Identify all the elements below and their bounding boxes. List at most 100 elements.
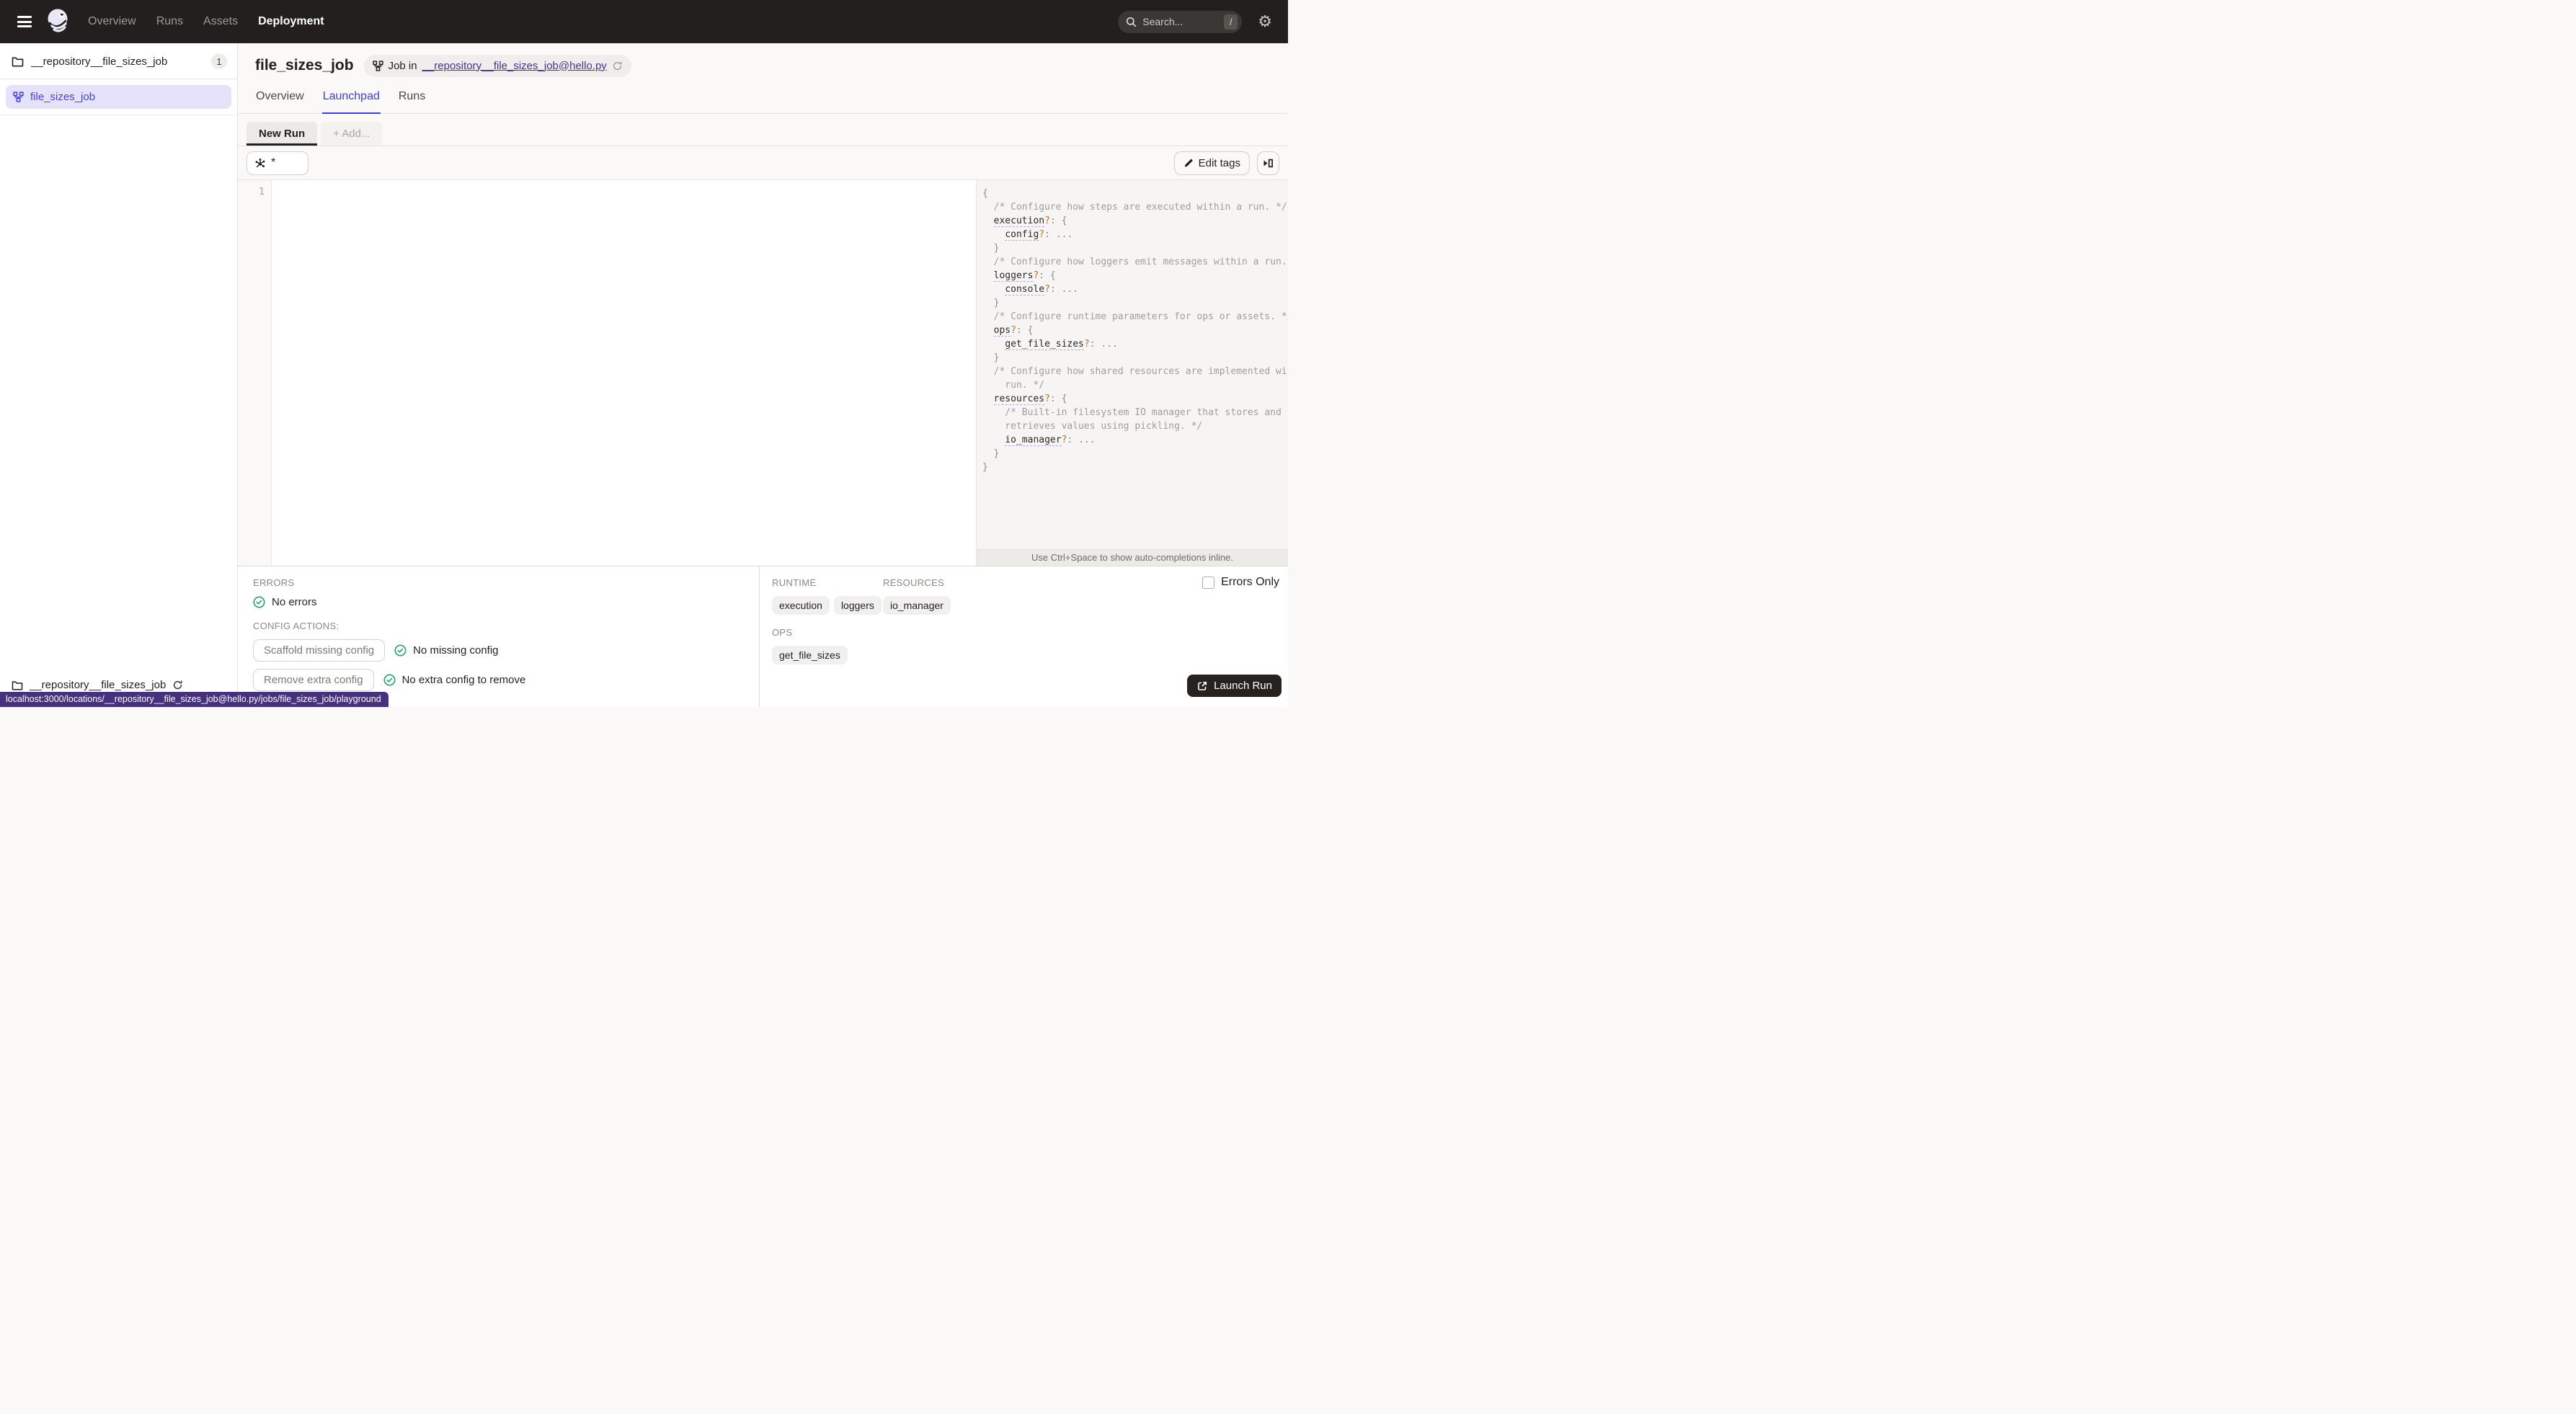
search-input[interactable]: [1142, 16, 1225, 27]
schema-token: /* Built-in filesystem IO manager that s…: [982, 407, 1282, 418]
op-selector-input[interactable]: *: [247, 151, 308, 175]
tab-overview[interactable]: Overview: [255, 84, 305, 114]
schema-token: /* Configure runtime parameters for ops …: [982, 311, 1288, 322]
status-bar-url: localhost:3000/locations/__repository__f…: [0, 692, 388, 707]
sidebar-job-list: file_sizes_job: [0, 79, 237, 115]
schema-token: config: [1005, 229, 1039, 241]
resource-tag[interactable]: io_manager: [883, 596, 951, 615]
check-circle-icon: [394, 644, 407, 657]
nav-item-assets[interactable]: Assets: [203, 15, 238, 28]
schema-token: [982, 284, 1005, 295]
schema-token: resources: [993, 393, 1045, 405]
schema-token: [982, 215, 994, 226]
schema-token: }: [982, 243, 1000, 254]
sidebar-footer-repo: __repository__file_sizes_job: [12, 679, 183, 691]
launchpad-toolbar: * Edit tags: [238, 146, 1288, 180]
schema-token: [982, 339, 1005, 350]
repo-count-badge: 1: [211, 53, 227, 69]
schema-token: : ...: [1049, 284, 1079, 295]
search-icon: [1127, 17, 1137, 27]
sidebar-repo-header[interactable]: __repository__file_sizes_job 1: [0, 43, 237, 79]
op-tags: get_file_sizes: [772, 646, 1274, 664]
schema-token: : {: [1049, 215, 1067, 226]
add-session-tab[interactable]: + Add...: [321, 122, 383, 146]
schema-token: : ...: [1067, 435, 1096, 445]
schema-token: get_file_sizes: [1005, 339, 1084, 350]
schema-token: [982, 270, 994, 281]
schema-token: console: [1005, 284, 1045, 295]
schema-line: config?: ...: [982, 228, 1285, 241]
expand-panel-icon: [1263, 159, 1273, 167]
schema-line: ops?: {: [982, 324, 1285, 337]
launch-run-button[interactable]: Launch Run: [1187, 675, 1282, 697]
schema-token: : ...: [1044, 229, 1073, 240]
no-extra-config-status: No extra config to remove: [383, 674, 525, 686]
schema-line: /* Configure runtime parameters for ops …: [982, 310, 1288, 324]
schema-line: }: [982, 461, 1285, 474]
session-tab-new-run[interactable]: New Run: [247, 122, 318, 146]
schema-token: execution: [993, 215, 1045, 227]
no-errors-text: No errors: [272, 596, 317, 608]
editor-code-area[interactable]: [272, 180, 976, 566]
schema-token: loggers: [993, 270, 1034, 282]
resource-tags: io_manager: [883, 596, 951, 615]
toggle-right-panel-button[interactable]: [1257, 151, 1279, 175]
schema-token: : ...: [1089, 339, 1118, 350]
runtime-tag[interactable]: execution: [772, 596, 830, 615]
schema-token: ?: [1083, 339, 1090, 350]
tab-runs[interactable]: Runs: [398, 84, 426, 114]
breadcrumb: Job in __repository__file_sizes_job@hell…: [363, 54, 631, 77]
errors-section-label: ERRORS: [253, 577, 295, 588]
breadcrumb-repo-link[interactable]: __repository__file_sizes_job@hello.py: [422, 60, 607, 72]
schema-token: /* Configure how shared resources are im…: [982, 366, 1288, 377]
schema-token: [982, 435, 1005, 445]
schema-token: }: [982, 448, 1000, 459]
schema-token: ops: [993, 325, 1011, 337]
search-box[interactable]: /: [1118, 10, 1243, 33]
config-editor: 1: [238, 180, 976, 566]
edit-tags-label: Edit tags: [1198, 156, 1240, 169]
runtime-tags: execution loggers: [772, 596, 883, 615]
page-tabs: Overview Launchpad Runs: [238, 84, 1288, 114]
edit-tags-button[interactable]: Edit tags: [1173, 151, 1250, 175]
runtime-tag[interactable]: loggers: [833, 596, 881, 615]
refresh-icon[interactable]: [612, 61, 623, 71]
dagster-logo-icon[interactable]: [45, 7, 72, 36]
nav-item-overview[interactable]: Overview: [88, 15, 136, 28]
schema-line: }: [982, 447, 1285, 461]
gear-icon[interactable]: ⚙: [1258, 14, 1272, 30]
remove-extra-config-button[interactable]: Remove extra config: [253, 669, 374, 691]
reload-repo-icon[interactable]: [172, 680, 183, 690]
schema-token: }: [982, 352, 1000, 363]
schema-token: [982, 325, 994, 336]
schema-token: ?: [1044, 393, 1050, 404]
job-icon: [13, 92, 24, 102]
sidebar-item-file-sizes-job[interactable]: file_sizes_job: [6, 85, 231, 109]
schema-line: {: [982, 187, 1285, 200]
scaffold-missing-config-button[interactable]: Scaffold missing config: [253, 639, 386, 662]
no-missing-config-status: No missing config: [394, 644, 499, 657]
hamburger-menu-icon[interactable]: [17, 16, 32, 27]
page-title: file_sizes_job: [255, 57, 354, 74]
nav-item-runs[interactable]: Runs: [156, 15, 183, 28]
schema-token: }: [982, 298, 1000, 308]
schema-line: retrieves values using pickling. */: [982, 419, 1285, 433]
runtime-label: RUNTIME: [772, 577, 817, 588]
schema-token: retrieves values using pickling. */: [982, 421, 1203, 432]
nav-item-deployment[interactable]: Deployment: [258, 15, 324, 28]
tab-launchpad[interactable]: Launchpad: [321, 84, 381, 114]
schema-line: /* Configure how shared resources are im…: [982, 365, 1288, 378]
bottom-panel: ERRORS No errors CONFIG ACTIONS: Scaffol…: [238, 566, 1288, 707]
schema-line: resources?: {: [982, 392, 1285, 406]
schema-line: /* Configure how steps are executed with…: [982, 200, 1287, 214]
schema-token: run. */: [982, 380, 1045, 391]
schema-token: /* Configure how loggers emit messages w…: [982, 257, 1288, 267]
sidebar: __repository__file_sizes_job 1 file_size…: [0, 43, 238, 707]
folder-icon: [12, 57, 24, 66]
schema-line: }: [982, 351, 1285, 365]
errors-only-checkbox[interactable]: [1202, 576, 1215, 589]
schema-line: loggers?: {: [982, 269, 1285, 283]
op-tag[interactable]: get_file_sizes: [772, 646, 848, 664]
config-actions-label: CONFIG ACTIONS:: [253, 621, 339, 631]
breadcrumb-prefix: Job in: [388, 59, 417, 72]
